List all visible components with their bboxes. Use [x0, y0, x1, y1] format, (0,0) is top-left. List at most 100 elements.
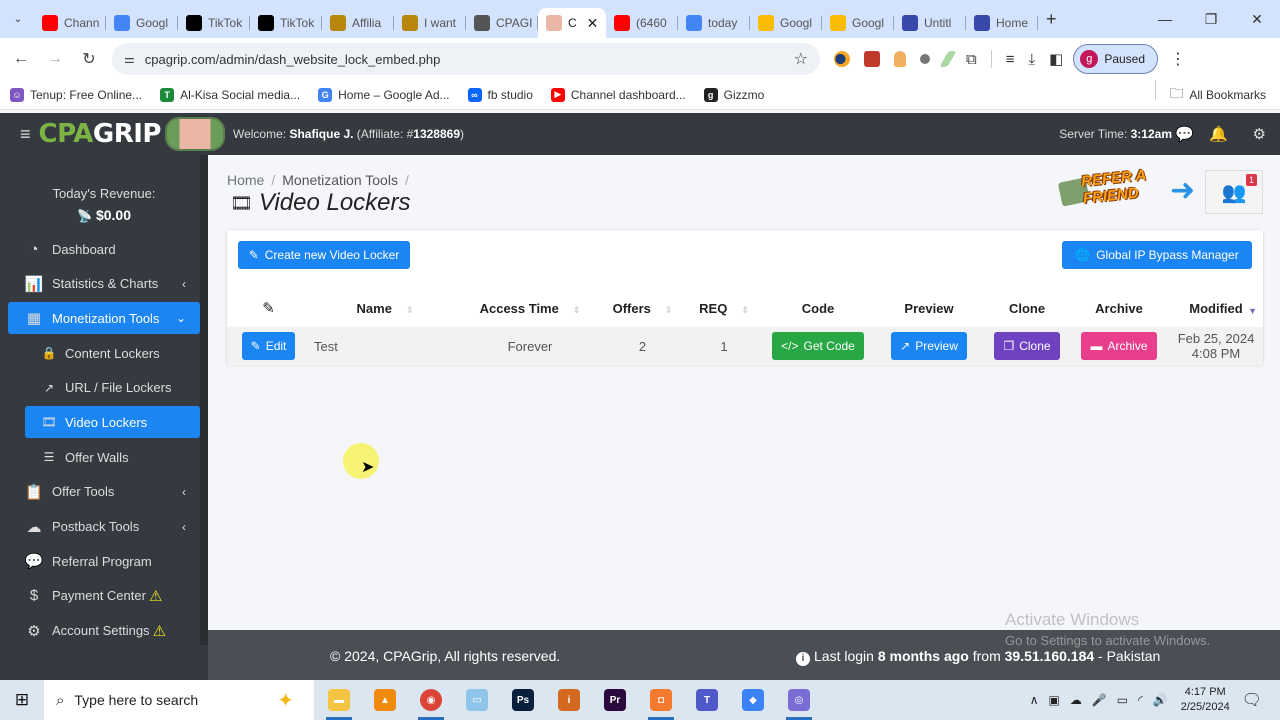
clone-button[interactable]: ❐ Clone: [994, 332, 1060, 360]
taskbar-app-inpage[interactable]: i: [546, 680, 592, 720]
browser-tab[interactable]: Untitl: [894, 8, 966, 38]
refer-a-friend-banner[interactable]: REFER A FRIEND ➜: [1057, 167, 1200, 214]
chat-icon[interactable]: 💬: [1175, 125, 1194, 143]
cpagrip-logo[interactable]: CPAGRIP: [39, 119, 162, 149]
taskbar-app-photoshop[interactable]: Ps: [500, 680, 546, 720]
browser-tab[interactable]: (6460: [606, 8, 678, 38]
reload-button[interactable]: ↻: [72, 49, 106, 69]
new-tab-button[interactable]: +: [1046, 9, 1057, 30]
site-info-icon[interactable]: ⚌: [124, 52, 135, 66]
minimize-button[interactable]: —: [1142, 11, 1188, 27]
profile-button[interactable]: g Paused: [1073, 44, 1159, 74]
settings-gear-icon[interactable]: ⚙: [1253, 125, 1266, 143]
taskbar-app-file-explorer[interactable]: ▬: [316, 680, 362, 720]
onedrive-icon[interactable]: ☁: [1070, 693, 1082, 707]
sidebar-item-monetization-tools[interactable]: ▦ Monetization Tools ⌄: [8, 302, 200, 335]
address-bar[interactable]: ⚌ cpagrip.com/admin/dash_website_lock_em…: [112, 43, 820, 75]
browser-tab[interactable]: TikTok: [178, 8, 250, 38]
breadcrumb-monetization-tools[interactable]: Monetization Tools: [282, 172, 398, 188]
close-tab-icon[interactable]: ✕: [587, 15, 599, 32]
taskbar-search[interactable]: ⌕ Type here to search ✦: [44, 680, 314, 720]
sidebar-item-payment-center[interactable]: $ Payment Center ⚠: [8, 580, 200, 612]
browser-tab[interactable]: Googl: [822, 8, 894, 38]
extension-icon[interactable]: [864, 51, 880, 67]
taskbar-app-copilot[interactable]: ◆: [730, 680, 776, 720]
sidebar-item-statistics-charts[interactable]: 📊 Statistics & Charts ‹: [8, 268, 200, 300]
sidebar-item-postback-tools[interactable]: ☁ Postback Tools ‹: [8, 511, 200, 543]
col-modified[interactable]: Modified ▼: [1169, 289, 1263, 327]
sidebar-item-referral-program[interactable]: 💬 Referral Program: [8, 545, 200, 577]
col-name[interactable]: Name ⇕: [310, 289, 460, 327]
bookmark-item[interactable]: G Home – Google Ad...: [318, 87, 450, 102]
referrals-button[interactable]: 👥 1: [1205, 170, 1263, 214]
browser-tab[interactable]: CPAGI: [466, 8, 538, 38]
notification-bell-icon[interactable]: 🔔: [1209, 125, 1228, 143]
bookmark-star-icon[interactable]: ☆: [794, 49, 808, 69]
close-window-button[interactable]: ✕: [1234, 11, 1280, 28]
extension-icon[interactable]: [894, 51, 906, 67]
taskbar-app-chrome[interactable]: ◉: [408, 680, 454, 720]
taskbar-app-teams[interactable]: T: [684, 680, 730, 720]
bookmark-item[interactable]: g Gizzmo: [703, 87, 764, 102]
hamburger-menu-icon[interactable]: ≡: [20, 124, 31, 145]
system-clock[interactable]: 4:17 PM 2/25/2024: [1181, 685, 1230, 715]
bookmark-item[interactable]: ▶ Channel dashboard...: [550, 87, 686, 102]
create-video-locker-button[interactable]: ✎ Create new Video Locker: [238, 241, 410, 269]
extension-icon[interactable]: [939, 51, 957, 67]
back-button[interactable]: ←: [4, 50, 38, 68]
browser-menu-icon[interactable]: ⋮: [1170, 49, 1186, 69]
browser-tab[interactable]: Googl: [750, 8, 822, 38]
taskbar-app-screen-recorder[interactable]: ◘: [638, 680, 684, 720]
browser-tab[interactable]: TikTok: [250, 8, 322, 38]
tab-search-button[interactable]: ⌄: [6, 7, 30, 31]
browser-tab[interactable]: Chann: [34, 8, 106, 38]
taskbar-app-notepad[interactable]: ▭: [454, 680, 500, 720]
browser-tab[interactable]: C ✕: [538, 8, 606, 38]
windows-start-icon[interactable]: ⊞: [0, 690, 44, 710]
taskbar-app-vlc[interactable]: ▲: [362, 680, 408, 720]
notification-center-icon[interactable]: 🗨: [1242, 690, 1262, 710]
extension-icon[interactable]: [920, 54, 930, 64]
sidebar-item-url-file-lockers[interactable]: ↗ URL / File Lockers: [25, 372, 200, 404]
forward-button[interactable]: →: [38, 50, 72, 68]
media-control-icon[interactable]: ≡: [1006, 51, 1015, 68]
bookmark-item[interactable]: ∞ fb studio: [467, 87, 533, 102]
extensions-puzzle-icon[interactable]: ⧉: [966, 51, 977, 68]
archive-button[interactable]: ▬ Archive: [1081, 332, 1157, 360]
all-bookmarks-button[interactable]: 🗀 All Bookmarks: [1155, 79, 1266, 107]
battery-icon[interactable]: ▭: [1117, 693, 1128, 707]
get-code-button[interactable]: </> Get Code: [772, 332, 864, 360]
browser-tab[interactable]: I want: [394, 8, 466, 38]
wifi-icon[interactable]: ◜: [1138, 693, 1143, 707]
restore-button[interactable]: ❐: [1188, 11, 1234, 28]
sidebar-item-content-lockers[interactable]: 🔒 Content Lockers: [25, 337, 200, 369]
meet-icon[interactable]: ▣: [1049, 693, 1060, 707]
download-icon[interactable]: ⤓: [1028, 51, 1035, 68]
tray-overflow-icon[interactable]: ∧: [1030, 693, 1039, 707]
col-offers[interactable]: Offers ⇕: [600, 289, 685, 327]
browser-tab[interactable]: Home: [966, 8, 1038, 38]
taskbar-app-bittorrent[interactable]: ◎: [776, 680, 822, 720]
col-access-time[interactable]: Access Time ⇕: [460, 289, 600, 327]
microphone-icon[interactable]: 🎤: [1092, 693, 1107, 707]
col-req[interactable]: REQ ⇕: [685, 289, 763, 327]
bookmark-item[interactable]: T Al-Kisa Social media...: [160, 87, 300, 102]
breadcrumb-home[interactable]: Home: [227, 172, 264, 188]
preview-button[interactable]: ↗ Preview: [891, 332, 967, 360]
edit-button[interactable]: ✎ Edit: [241, 332, 296, 360]
url-text[interactable]: cpagrip.com/admin/dash_website_lock_embe…: [145, 52, 794, 67]
sidebar-item-dashboard[interactable]: ◔ Dashboard: [8, 233, 200, 265]
browser-tab[interactable]: today: [678, 8, 750, 38]
extension-icon[interactable]: [834, 51, 850, 67]
global-ip-bypass-button[interactable]: 🌐 Global IP Bypass Manager: [1062, 241, 1252, 269]
sidebar-item-video-lockers[interactable]: 🎞 Video Lockers: [25, 406, 200, 439]
sidebar-item-account-settings[interactable]: ⚙ Account Settings ⚠: [8, 615, 200, 647]
side-panel-icon[interactable]: ◧: [1049, 50, 1063, 68]
taskbar-app-premiere[interactable]: Pr: [592, 680, 638, 720]
sidebar-item-offer-tools[interactable]: 📋 Offer Tools ‹: [8, 476, 200, 508]
browser-tab[interactable]: Affilia: [322, 8, 394, 38]
browser-tab[interactable]: Googl: [106, 8, 178, 38]
bookmark-item[interactable]: ☺ Tenup: Free Online...: [10, 87, 142, 102]
sidebar-item-offer-walls[interactable]: ☰ Offer Walls: [25, 441, 200, 473]
volume-icon[interactable]: 🔊: [1153, 693, 1168, 707]
